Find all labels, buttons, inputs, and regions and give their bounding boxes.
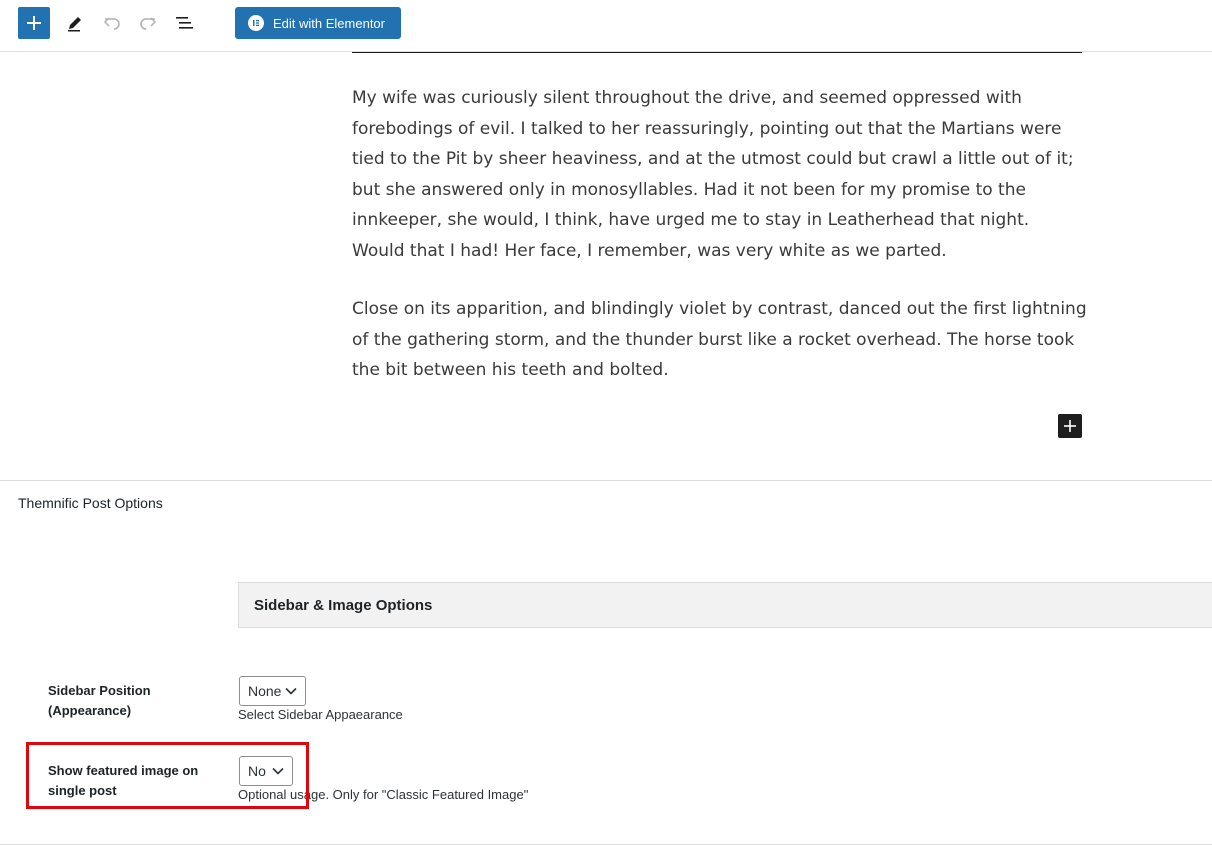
block-inserter-button[interactable] [1058,414,1082,438]
meta-box-divider [0,844,1212,845]
sidebar-position-label: Sidebar Position (Appearance) [48,683,151,718]
edit-with-elementor-button[interactable]: Edit with Elementor [235,7,401,39]
elementor-logo-icon [248,15,264,31]
sidebar-position-select[interactable]: None [239,676,306,706]
chevron-down-icon [285,687,297,695]
section-header: Sidebar & Image Options [238,582,1212,628]
paragraph-block[interactable]: Close on its apparition, and blindingly … [352,294,1087,386]
elementor-button-label: Edit with Elementor [273,15,385,31]
section-title: Sidebar & Image Options [254,596,433,614]
tools-button[interactable] [64,12,86,34]
plus-icon [1064,420,1076,432]
document-overview-button[interactable] [173,12,195,34]
select-value: None [248,683,282,699]
redo-button[interactable] [137,12,159,34]
undo-button[interactable] [101,12,123,34]
separator-block [352,52,1082,53]
editor-toolbar: Edit with Elementor [0,0,1212,52]
undo-icon [103,17,120,30]
list-view-icon [176,17,193,29]
meta-box-divider [0,480,1212,481]
paragraph-block[interactable]: My wife was curiously silent throughout … [352,83,1087,267]
pencil-icon [68,17,81,32]
plus-icon [27,16,41,30]
meta-box-title[interactable]: Themnific Post Options [18,495,163,511]
add-block-button[interactable] [18,7,50,39]
sidebar-position-help: Select Sidebar Appaearance [238,707,403,722]
highlight-box [26,742,309,809]
redo-icon [140,17,157,30]
